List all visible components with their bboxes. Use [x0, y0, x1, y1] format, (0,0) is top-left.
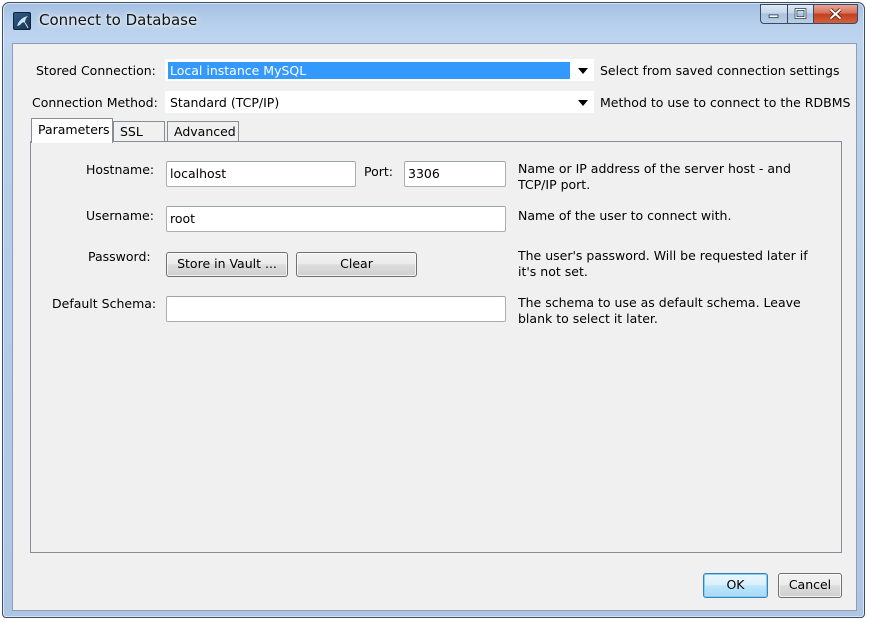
parameters-panel: Hostname: localhost Port: 3306 Name or I… [30, 141, 842, 553]
hostname-label: Hostname: [86, 162, 155, 177]
close-icon [829, 8, 842, 20]
close-button[interactable] [813, 4, 858, 24]
username-input[interactable]: root [166, 206, 506, 232]
maximize-button[interactable] [787, 4, 813, 24]
chevron-down-icon [578, 68, 588, 74]
default-schema-description: The schema to use as default schema. Lea… [518, 295, 801, 326]
default-schema-label: Default Schema: [52, 296, 157, 311]
minimize-icon [768, 14, 779, 19]
dialog-window: Connect to Database Stored Connection: L… [2, 2, 865, 618]
stored-connection-value: Local instance MySQL [168, 62, 570, 79]
window-caption-buttons [760, 4, 858, 24]
mysql-workbench-dolphin-icon [13, 12, 31, 30]
tab-ssl[interactable]: SSL [113, 121, 165, 142]
connection-method-label: Connection Method: [32, 95, 158, 110]
maximize-icon [794, 8, 807, 19]
window-title: Connect to Database [39, 11, 198, 29]
username-label: Username: [86, 208, 154, 223]
username-description: Name of the user to connect with. [518, 208, 732, 223]
password-description: The user's password. Will be requested l… [518, 248, 808, 279]
dialog-client-area: Stored Connection: Local instance MySQL … [12, 43, 857, 611]
minimize-button[interactable] [760, 4, 787, 24]
cancel-button[interactable]: Cancel [778, 573, 842, 598]
stored-connection-label: Stored Connection: [36, 63, 156, 78]
ok-button[interactable]: OK [703, 573, 768, 598]
connection-method-value: Standard (TCP/IP) [170, 95, 280, 110]
hostname-description: Name or IP address of the server host - … [518, 161, 791, 192]
stored-connection-description: Select from saved connection settings [600, 63, 840, 78]
tab-parameters[interactable]: Parameters [31, 118, 113, 143]
hostname-input[interactable]: localhost [166, 161, 356, 187]
stored-connection-select[interactable]: Local instance MySQL [164, 58, 595, 82]
tab-advanced[interactable]: Advanced [167, 121, 239, 142]
connection-method-select[interactable]: Standard (TCP/IP) [164, 90, 595, 114]
chevron-down-icon [578, 100, 588, 106]
port-input[interactable]: 3306 [404, 161, 506, 187]
store-in-vault-button[interactable]: Store in Vault ... [166, 252, 288, 277]
password-label: Password: [88, 249, 151, 264]
default-schema-input[interactable] [166, 296, 506, 322]
connection-method-description: Method to use to connect to the RDBMS [600, 95, 851, 110]
port-label: Port: [364, 164, 393, 179]
clear-password-button[interactable]: Clear [296, 252, 417, 277]
